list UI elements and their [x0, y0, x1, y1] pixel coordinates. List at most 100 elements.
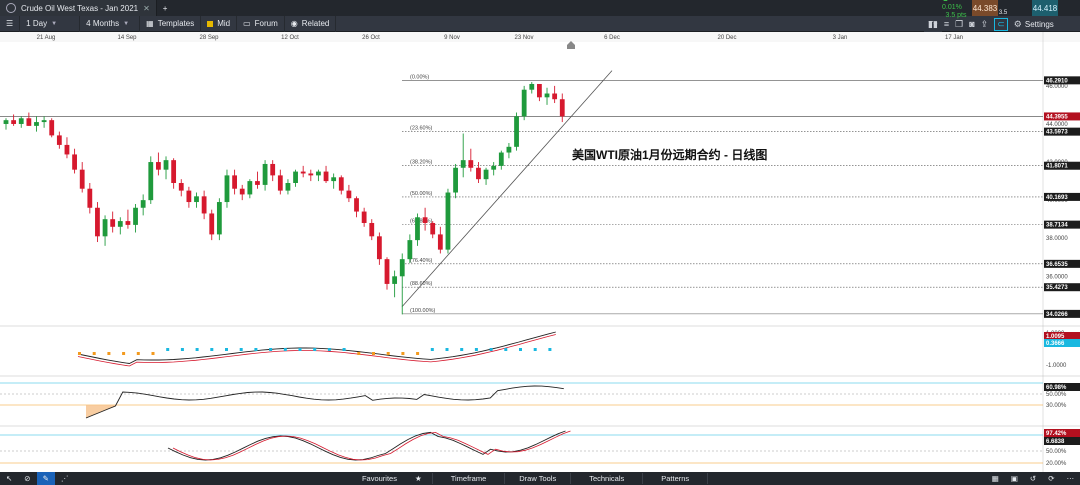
stoch-k-line	[167, 430, 566, 461]
macd-histogram-bar	[430, 348, 434, 351]
macd-histogram-bar	[327, 348, 331, 351]
technicals-button[interactable]: Technicals	[571, 472, 642, 485]
rsi-line	[85, 385, 564, 419]
more-icon[interactable]: ⋯	[1061, 472, 1080, 485]
candle-body	[232, 175, 237, 189]
forum-icon: ▭	[243, 19, 251, 28]
price-chart[interactable]: 21 Aug 14 Sep 28 Sep 12 Oct 26 Oct 9 Nov 23 No…	[0, 32, 1080, 472]
price-tag-label: 35.4273	[1046, 285, 1068, 291]
buy-price-button[interactable]: 44.418	[1032, 0, 1058, 16]
candle-body	[255, 181, 260, 185]
macd-histogram-bar	[92, 352, 96, 355]
candle-body	[171, 160, 177, 183]
candle-body	[87, 188, 93, 208]
grid-icon[interactable]: ▦	[986, 472, 1005, 485]
macd-histogram-bar	[195, 348, 199, 351]
change-percent: ▲ 0.01%	[942, 0, 962, 11]
close-icon[interactable]: ✕	[143, 4, 150, 13]
no-draw-icon[interactable]: ⊘	[18, 472, 36, 485]
macd-tag-label: 0.3666	[1046, 341, 1065, 347]
range-dropdown[interactable]: 4 Months ▼	[80, 15, 141, 32]
stoch-tick-label: 50.00%	[1046, 449, 1067, 455]
eye-icon: ◉	[290, 19, 298, 28]
macd-panel[interactable]: 1.0000-1.00001.00950.3666	[0, 325, 1080, 369]
x-axis: 21 Aug 14 Sep 28 Sep 12 Oct 26 Oct 9 Nov 23 No…	[0, 32, 1080, 49]
fib-level-label: (88.60%)	[410, 281, 432, 287]
candle-body	[178, 183, 184, 191]
price-type-button[interactable]: Mid	[201, 15, 238, 32]
x-tick-label: 9 Nov	[444, 35, 460, 41]
magnet-icon[interactable]: ⋰	[55, 472, 75, 485]
camera-icon[interactable]: ◙	[969, 19, 974, 29]
candle-body	[34, 122, 39, 126]
draw-tools-button[interactable]: Draw Tools	[505, 472, 570, 485]
link-icon[interactable]: ⊂	[994, 17, 1008, 31]
candle-body	[56, 135, 62, 145]
chart-tools: ▮▮ ≡ ❐ ◙ ⇪ ⊂ ⚙ Settings	[928, 16, 1054, 32]
pencil-icon[interactable]: ✎	[36, 472, 55, 485]
macd-tick-label: -1.0000	[1046, 363, 1067, 369]
macd-histogram-bar	[122, 352, 126, 355]
candle-body	[323, 171, 329, 182]
instrument-tab[interactable]: Crude Oil West Texas - Jan 2021 ✕	[0, 0, 157, 16]
cursor-icon[interactable]: ↖	[0, 472, 18, 485]
interval-dropdown[interactable]: 1 Day ▼	[20, 15, 81, 32]
candle-body	[437, 234, 443, 250]
rsi-tick-label: 30.00%	[1046, 403, 1067, 409]
macd-histogram-bar	[225, 348, 228, 351]
candle-body	[133, 207, 138, 225]
candle-body	[11, 120, 17, 124]
forum-button[interactable]: ▭ Forum	[237, 15, 285, 32]
favourites-button[interactable]: Favourites ★	[352, 472, 432, 485]
star-icon: ★	[414, 474, 422, 483]
lock-icon[interactable]: ▣	[1005, 472, 1024, 485]
candle-body	[216, 202, 222, 235]
candle-body	[18, 118, 24, 124]
draw-tools-label: Draw Tools	[519, 474, 557, 483]
candle-body	[285, 183, 291, 191]
candle-body	[361, 211, 367, 223]
macd-histogram-bar	[166, 348, 170, 351]
range-label: 4 Months	[86, 19, 120, 28]
price-tag-label: 40.1693	[1046, 195, 1068, 201]
add-tab-icon[interactable]: +	[157, 0, 174, 16]
macd-histogram-bar	[342, 348, 346, 351]
candle-body	[49, 120, 55, 136]
macd-histogram-bar	[313, 348, 317, 351]
macd-histogram-bar	[416, 352, 420, 355]
rsi-panel[interactable]: 50.00% 30.00% 60.98%	[0, 375, 1080, 419]
related-button[interactable]: ◉ Related	[285, 15, 337, 32]
price-panel[interactable]: 46.000044.000042.000040.000038.000036.00…	[0, 32, 1080, 472]
lines-icon[interactable]: ≡	[944, 19, 949, 29]
candle-body	[64, 144, 70, 155]
chart-type-icon[interactable]: ▮▮	[928, 19, 938, 30]
templates-label: Templates	[157, 19, 195, 28]
candle-body	[140, 200, 146, 208]
share-icon[interactable]: ⇪	[981, 19, 989, 30]
window-icon[interactable]: ❐	[955, 19, 963, 30]
price-tick-label: 38.0000	[1046, 236, 1068, 242]
undo-icon[interactable]: ↺	[1024, 472, 1042, 485]
chart-area[interactable]: 21 Aug 14 Sep 28 Sep 12 Oct 26 Oct 9 Nov 23 No…	[0, 32, 1080, 472]
stochastic-panel[interactable]: 50.00% 20.00% 97.42% 6.6838	[0, 425, 1080, 467]
candle-body	[376, 236, 382, 260]
candle-body	[506, 146, 512, 153]
macd-histogram-bar	[357, 352, 361, 355]
settings-label: Settings	[1024, 19, 1054, 29]
settings-button[interactable]: ⚙ Settings	[1014, 19, 1054, 30]
patterns-button[interactable]: Patterns	[643, 472, 707, 485]
candle-body	[239, 188, 245, 195]
timeframe-button[interactable]: Timeframe	[433, 472, 505, 485]
home-icon[interactable]	[567, 41, 575, 49]
candle-body	[270, 163, 276, 176]
sell-price-button[interactable]: 44.383	[972, 0, 998, 16]
stoch-tick-label: 20.00%	[1046, 461, 1067, 467]
menu-button[interactable]: ☰	[0, 15, 21, 32]
candle-body	[491, 165, 497, 170]
refresh-icon[interactable]: ⟳	[1042, 472, 1060, 485]
templates-icon: ▦	[146, 19, 154, 28]
rsi-tick-label: 50.00%	[1046, 392, 1067, 398]
templates-button[interactable]: ▦ Templates	[140, 15, 202, 32]
candle-body	[422, 217, 428, 223]
bottom-toolbar: ↖ ⊘ ✎ ⋰ Favourites ★ Timeframe Draw Tools…	[0, 472, 1080, 485]
